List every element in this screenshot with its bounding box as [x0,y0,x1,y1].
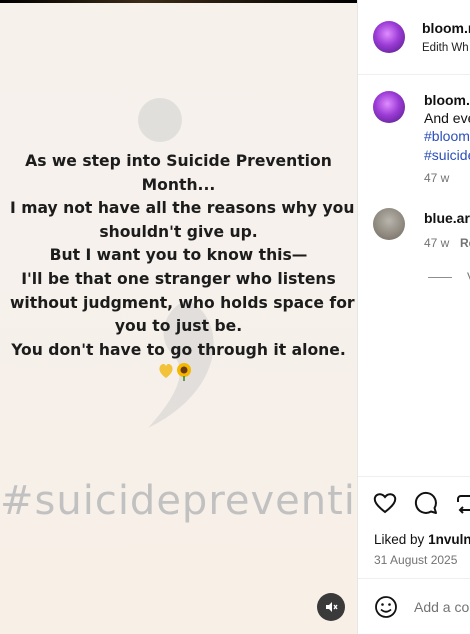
reply-button[interactable]: Re [460,236,470,250]
quote-line: But I want you to know this— [49,246,308,265]
caption-hashtag[interactable]: #suicide [424,147,470,163]
caption-username[interactable]: bloom.r [424,92,470,108]
liked-by[interactable]: Liked by 1nvulne [374,532,470,547]
comment-username[interactable]: blue.ars [424,210,470,226]
quote-text: As we step into Suicide Prevention Month… [10,150,355,362]
comment-avatar[interactable] [373,208,405,240]
comment-icon[interactable] [413,490,439,516]
post-header: bloom.r Edith Wh [358,0,470,75]
caption-text: And eve [424,110,470,126]
quote-line: I may not have all the reasons why you [10,199,355,218]
liked-by-prefix: Liked by [374,532,425,547]
quote-line: You don't have to go through it alone. [11,340,346,359]
muted-speaker-icon [326,602,338,612]
heart-icon[interactable] [372,490,398,516]
liked-by-user[interactable]: 1nvulne [428,532,470,547]
header-subtitle[interactable]: Edith Wh [422,42,469,54]
comment-time: 47 w [424,236,450,250]
heart-sunflower-emoji [159,363,191,381]
view-replies-divider [428,277,452,278]
actions-divider [358,476,470,478]
quote-line: shouldn't give up. [99,222,258,241]
header-username[interactable]: bloom.r [422,20,470,36]
hashtag-graphic: #suicideprevention [0,478,357,524]
avatar[interactable] [373,21,405,53]
emoji-icon[interactable] [374,595,398,619]
quote-line: I'll be that one stranger who listens [21,269,336,288]
post-date: 31 August 2025 [374,553,458,567]
quote-line: you to just be. [114,317,243,336]
caption-time: 47 w [424,171,450,185]
quote-line: Month... [141,175,216,194]
post-side-panel: bloom.r Edith Wh bloom.r And eve #bloom … [357,0,470,634]
quote-line: without judgment, who holds space for [10,293,355,312]
post-media[interactable]: As we step into Suicide Prevention Month… [0,0,357,634]
caption-avatar[interactable] [373,91,405,123]
quote-line: As we step into Suicide Prevention [25,152,332,170]
media-top-strip [0,0,357,3]
add-comment-input[interactable]: Add a co [414,599,469,615]
repost-icon[interactable] [454,490,470,516]
comma-graphic-dot [138,98,182,142]
caption-hashtag[interactable]: #bloom [424,128,470,144]
mute-button[interactable] [317,593,345,621]
